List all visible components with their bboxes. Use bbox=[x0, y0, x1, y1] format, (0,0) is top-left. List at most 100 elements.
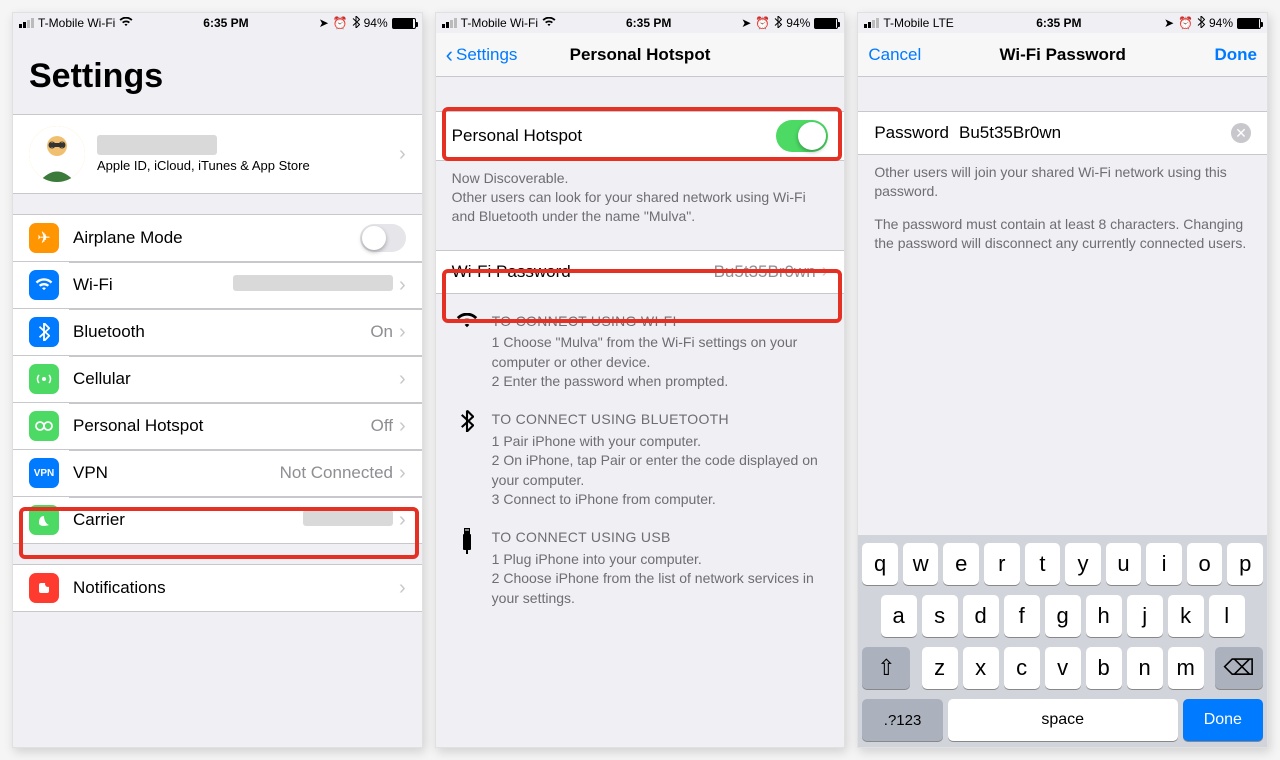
wifi-password-cell[interactable]: Wi-Fi Password Bu5t35Br0wn › bbox=[436, 250, 845, 294]
bluetooth-status-icon bbox=[774, 16, 782, 31]
battery-icon bbox=[1237, 18, 1261, 29]
key-x[interactable]: x bbox=[963, 647, 999, 689]
key-d[interactable]: d bbox=[963, 595, 999, 637]
location-icon: ➤ bbox=[741, 16, 751, 30]
cell-value: Not Connected bbox=[280, 463, 393, 483]
alarm-icon: ⏰ bbox=[1178, 16, 1193, 30]
instr-line: 1 Plug iPhone into your computer. bbox=[492, 550, 829, 570]
instr-line: 2 On iPhone, tap Pair or enter the code … bbox=[492, 451, 829, 490]
cell-value: Bu5t35Br0wn bbox=[714, 262, 816, 282]
key-a[interactable]: a bbox=[881, 595, 917, 637]
key-i[interactable]: i bbox=[1146, 543, 1182, 585]
connect-usb-block: TO CONNECT USING USB 1 Plug iPhone into … bbox=[436, 510, 845, 608]
clear-icon[interactable]: ✕ bbox=[1231, 123, 1251, 143]
key-s[interactable]: s bbox=[922, 595, 958, 637]
wifi-settings-icon bbox=[29, 270, 59, 300]
shift-key[interactable]: ⇧ bbox=[862, 647, 910, 689]
key-h[interactable]: h bbox=[1086, 595, 1122, 637]
cell-value bbox=[303, 510, 393, 530]
instr-title: TO CONNECT USING WI-FI bbox=[492, 312, 829, 332]
cell-label: VPN bbox=[73, 463, 280, 483]
hotspot-toggle-cell[interactable]: Personal Hotspot bbox=[436, 111, 845, 161]
notifications-cell[interactable]: Notifications › bbox=[13, 564, 422, 612]
chevron-right-icon: › bbox=[399, 415, 406, 438]
status-bar: T-Mobile LTE 6:35 PM ➤ ⏰ 94% bbox=[858, 13, 1267, 33]
password-value[interactable]: Bu5t35Br0wn bbox=[959, 123, 1231, 143]
personal-hotspot-cell[interactable]: Personal Hotspot Off › bbox=[13, 403, 422, 450]
key-r[interactable]: r bbox=[984, 543, 1020, 585]
space-key[interactable]: space bbox=[948, 699, 1178, 741]
chevron-right-icon: › bbox=[822, 260, 829, 283]
key-n[interactable]: n bbox=[1127, 647, 1163, 689]
connect-wifi-block: TO CONNECT USING WI-FI 1 Choose "Mulva" … bbox=[436, 294, 845, 392]
backspace-key[interactable]: ⌫ bbox=[1215, 647, 1263, 689]
cell-label: Personal Hotspot bbox=[452, 126, 777, 146]
key-row-3: ⇧ zxcvbnm ⌫ bbox=[862, 647, 1263, 689]
key-v[interactable]: v bbox=[1045, 647, 1081, 689]
profile-subtitle: Apple ID, iCloud, iTunes & App Store bbox=[97, 158, 399, 173]
keyboard-done-key[interactable]: Done bbox=[1183, 699, 1263, 741]
instr-line: 1 Choose "Mulva" from the Wi-Fi settings… bbox=[492, 333, 829, 372]
cellular-cell[interactable]: Cellular › bbox=[13, 356, 422, 403]
key-k[interactable]: k bbox=[1168, 595, 1204, 637]
wifi-icon bbox=[119, 16, 133, 30]
key-g[interactable]: g bbox=[1045, 595, 1081, 637]
airplane-mode-cell[interactable]: ✈︎ Airplane Mode bbox=[13, 214, 422, 262]
key-j[interactable]: j bbox=[1127, 595, 1163, 637]
done-button[interactable]: Done bbox=[1215, 45, 1258, 65]
bluetooth-icon bbox=[452, 410, 482, 510]
key-q[interactable]: q bbox=[862, 543, 898, 585]
key-c[interactable]: c bbox=[1004, 647, 1040, 689]
cell-label: Personal Hotspot bbox=[73, 416, 371, 436]
location-icon: ➤ bbox=[319, 16, 329, 30]
keyboard[interactable]: qwertyuiop asdfghjkl ⇧ zxcvbnm ⌫ .?123 s… bbox=[858, 535, 1267, 747]
airplane-icon: ✈︎ bbox=[29, 223, 59, 253]
back-button[interactable]: ‹ Settings bbox=[446, 44, 518, 66]
chevron-right-icon: › bbox=[399, 274, 406, 297]
key-z[interactable]: z bbox=[922, 647, 958, 689]
cell-value bbox=[233, 275, 393, 295]
hotspot-toggle[interactable] bbox=[776, 120, 828, 152]
key-p[interactable]: p bbox=[1227, 543, 1263, 585]
airplane-toggle[interactable] bbox=[360, 224, 406, 252]
settings-screen: T-Mobile Wi-Fi 6:35 PM ➤ ⏰ 94% Settings … bbox=[12, 12, 423, 748]
nav-bar: ‹ Settings Personal Hotspot bbox=[436, 33, 845, 77]
cell-label: Cellular bbox=[73, 369, 399, 389]
chevron-left-icon: ‹ bbox=[446, 44, 453, 66]
password-field-cell[interactable]: Password Bu5t35Br0wn ✕ bbox=[858, 111, 1267, 155]
carrier-cell[interactable]: Carrier › bbox=[13, 497, 422, 544]
key-w[interactable]: w bbox=[903, 543, 939, 585]
key-t[interactable]: t bbox=[1025, 543, 1061, 585]
alarm-icon: ⏰ bbox=[755, 16, 770, 30]
key-row-2: asdfghjkl bbox=[862, 595, 1263, 637]
discoverable-body: Other users can look for your shared net… bbox=[452, 188, 829, 226]
footer-line: Other users will join your shared Wi-Fi … bbox=[874, 163, 1251, 201]
carrier-label: T-Mobile Wi-Fi bbox=[38, 16, 115, 30]
signal-icon bbox=[442, 18, 457, 28]
wifi-cell[interactable]: Wi-Fi › bbox=[13, 262, 422, 309]
key-f[interactable]: f bbox=[1004, 595, 1040, 637]
key-l[interactable]: l bbox=[1209, 595, 1245, 637]
instr-line: 1 Pair iPhone with your computer. bbox=[492, 432, 829, 452]
cell-label: Notifications bbox=[73, 578, 399, 598]
vpn-icon: VPN bbox=[29, 458, 59, 488]
mode-key[interactable]: .?123 bbox=[862, 699, 942, 741]
cell-label: Bluetooth bbox=[73, 322, 370, 342]
key-m[interactable]: m bbox=[1168, 647, 1204, 689]
chevron-right-icon: › bbox=[399, 462, 406, 485]
key-b[interactable]: b bbox=[1086, 647, 1122, 689]
location-icon: ➤ bbox=[1164, 16, 1174, 30]
bluetooth-cell[interactable]: Bluetooth On › bbox=[13, 309, 422, 356]
cell-label: Airplane Mode bbox=[73, 228, 360, 248]
key-y[interactable]: y bbox=[1065, 543, 1101, 585]
key-u[interactable]: u bbox=[1106, 543, 1142, 585]
key-row-1: qwertyuiop bbox=[862, 543, 1263, 585]
key-o[interactable]: o bbox=[1187, 543, 1223, 585]
key-e[interactable]: e bbox=[943, 543, 979, 585]
cell-label: Wi-Fi Password bbox=[452, 262, 714, 282]
wifi-icon bbox=[542, 16, 556, 30]
vpn-cell[interactable]: VPN VPN Not Connected › bbox=[13, 450, 422, 497]
signal-icon bbox=[864, 18, 879, 28]
apple-id-cell[interactable]: Apple ID, iCloud, iTunes & App Store › bbox=[13, 114, 422, 194]
cancel-button[interactable]: Cancel bbox=[868, 45, 921, 65]
